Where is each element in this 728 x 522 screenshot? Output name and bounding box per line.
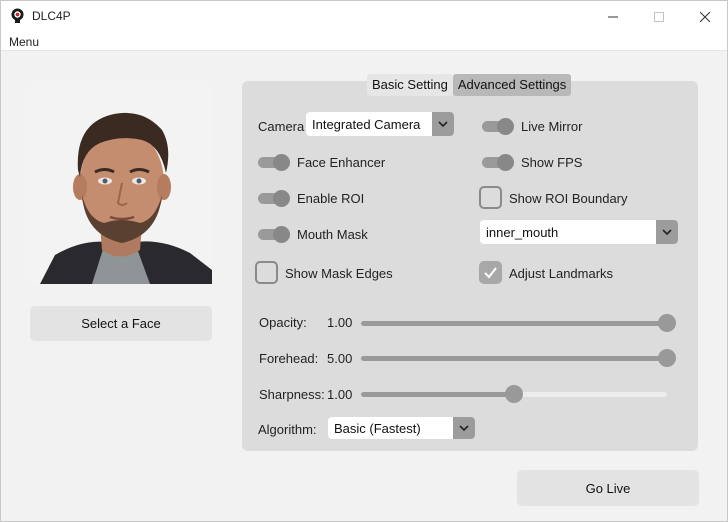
slider-fill: [361, 356, 667, 361]
chevron-down-icon: [432, 112, 454, 136]
sharpness-label: Sharpness:: [259, 387, 325, 402]
menu-bar: Menu: [1, 32, 727, 51]
menu-item-menu[interactable]: Menu: [9, 35, 39, 49]
show-mask-edges-checkbox[interactable]: [255, 261, 278, 284]
opacity-slider[interactable]: [361, 314, 676, 332]
settings-tabs: Basic Setting Advanced Settings: [367, 74, 572, 96]
app-logo-icon: [11, 8, 24, 23]
forehead-slider[interactable]: [361, 349, 676, 367]
slider-thumb[interactable]: [658, 314, 676, 332]
source-face-image: [30, 85, 212, 284]
enable-roi-toggle[interactable]: [258, 190, 292, 207]
slider-fill: [361, 392, 514, 397]
algorithm-label: Algorithm:: [258, 422, 317, 437]
face-enhancer-toggle[interactable]: [258, 154, 292, 171]
sharpness-slider[interactable]: [361, 385, 667, 403]
slider-fill: [361, 321, 667, 326]
camera-dropdown-value: Integrated Camera: [312, 116, 421, 132]
tab-basic-setting[interactable]: Basic Setting: [367, 74, 453, 96]
toggle-knob: [273, 154, 290, 171]
enable-roi-label: Enable ROI: [297, 191, 365, 206]
sharpness-value: 1.00: [327, 387, 353, 402]
algorithm-dropdown[interactable]: Basic (Fastest): [328, 417, 475, 439]
camera-label: Camera: [258, 119, 305, 134]
forehead-value: 5.00: [327, 351, 353, 366]
mouth-mask-label: Mouth Mask: [297, 227, 368, 242]
live-mirror-label: Live Mirror: [521, 119, 583, 134]
adjust-landmarks-checkbox[interactable]: [479, 261, 502, 284]
maximize-icon: [654, 11, 664, 22]
opacity-value: 1.00: [327, 315, 353, 330]
select-face-label: Select a Face: [81, 316, 161, 331]
tab-advanced-settings[interactable]: Advanced Settings: [452, 74, 572, 96]
face-enhancer-label: Face Enhancer: [297, 155, 386, 170]
toggle-knob: [273, 226, 290, 243]
camera-dropdown[interactable]: Integrated Camera: [306, 112, 454, 136]
show-fps-toggle[interactable]: [482, 154, 516, 171]
maximize-button[interactable]: [636, 1, 682, 32]
mouth-mask-toggle[interactable]: [258, 226, 292, 243]
algorithm-dropdown-value: Basic (Fastest): [334, 420, 421, 436]
forehead-label: Forehead:: [259, 351, 319, 366]
go-live-label: Go Live: [585, 480, 631, 496]
show-roi-boundary-label: Show ROI Boundary: [509, 191, 628, 206]
go-live-button[interactable]: Go Live: [517, 470, 699, 506]
close-icon: [700, 11, 710, 22]
app-window: DLC4P Menu Select a Face Basic Setting A…: [0, 0, 728, 522]
opacity-label: Opacity:: [259, 315, 307, 330]
face-portrait-icon: [30, 85, 212, 284]
window-title: DLC4P: [32, 9, 71, 23]
chevron-down-icon: [656, 220, 678, 244]
slider-thumb[interactable]: [658, 349, 676, 367]
mask-mode-dropdown[interactable]: inner_mouth: [480, 220, 678, 244]
show-roi-boundary-checkbox[interactable]: [479, 186, 502, 209]
checkmark-icon: [484, 267, 497, 279]
toggle-knob: [497, 154, 514, 171]
toggle-knob: [273, 190, 290, 207]
live-mirror-toggle[interactable]: [482, 118, 516, 135]
adjust-landmarks-label: Adjust Landmarks: [509, 266, 614, 281]
close-button[interactable]: [682, 1, 728, 32]
minimize-button[interactable]: [590, 1, 636, 32]
show-mask-edges-label: Show Mask Edges: [285, 266, 393, 281]
select-face-button[interactable]: Select a Face: [30, 306, 212, 341]
title-bar[interactable]: DLC4P: [1, 1, 727, 32]
show-fps-label: Show FPS: [521, 155, 583, 170]
toggle-knob: [497, 118, 514, 135]
mask-mode-dropdown-value: inner_mouth: [486, 224, 559, 240]
slider-thumb[interactable]: [505, 385, 523, 403]
chevron-down-icon: [453, 417, 475, 439]
minimize-icon: [608, 16, 618, 17]
